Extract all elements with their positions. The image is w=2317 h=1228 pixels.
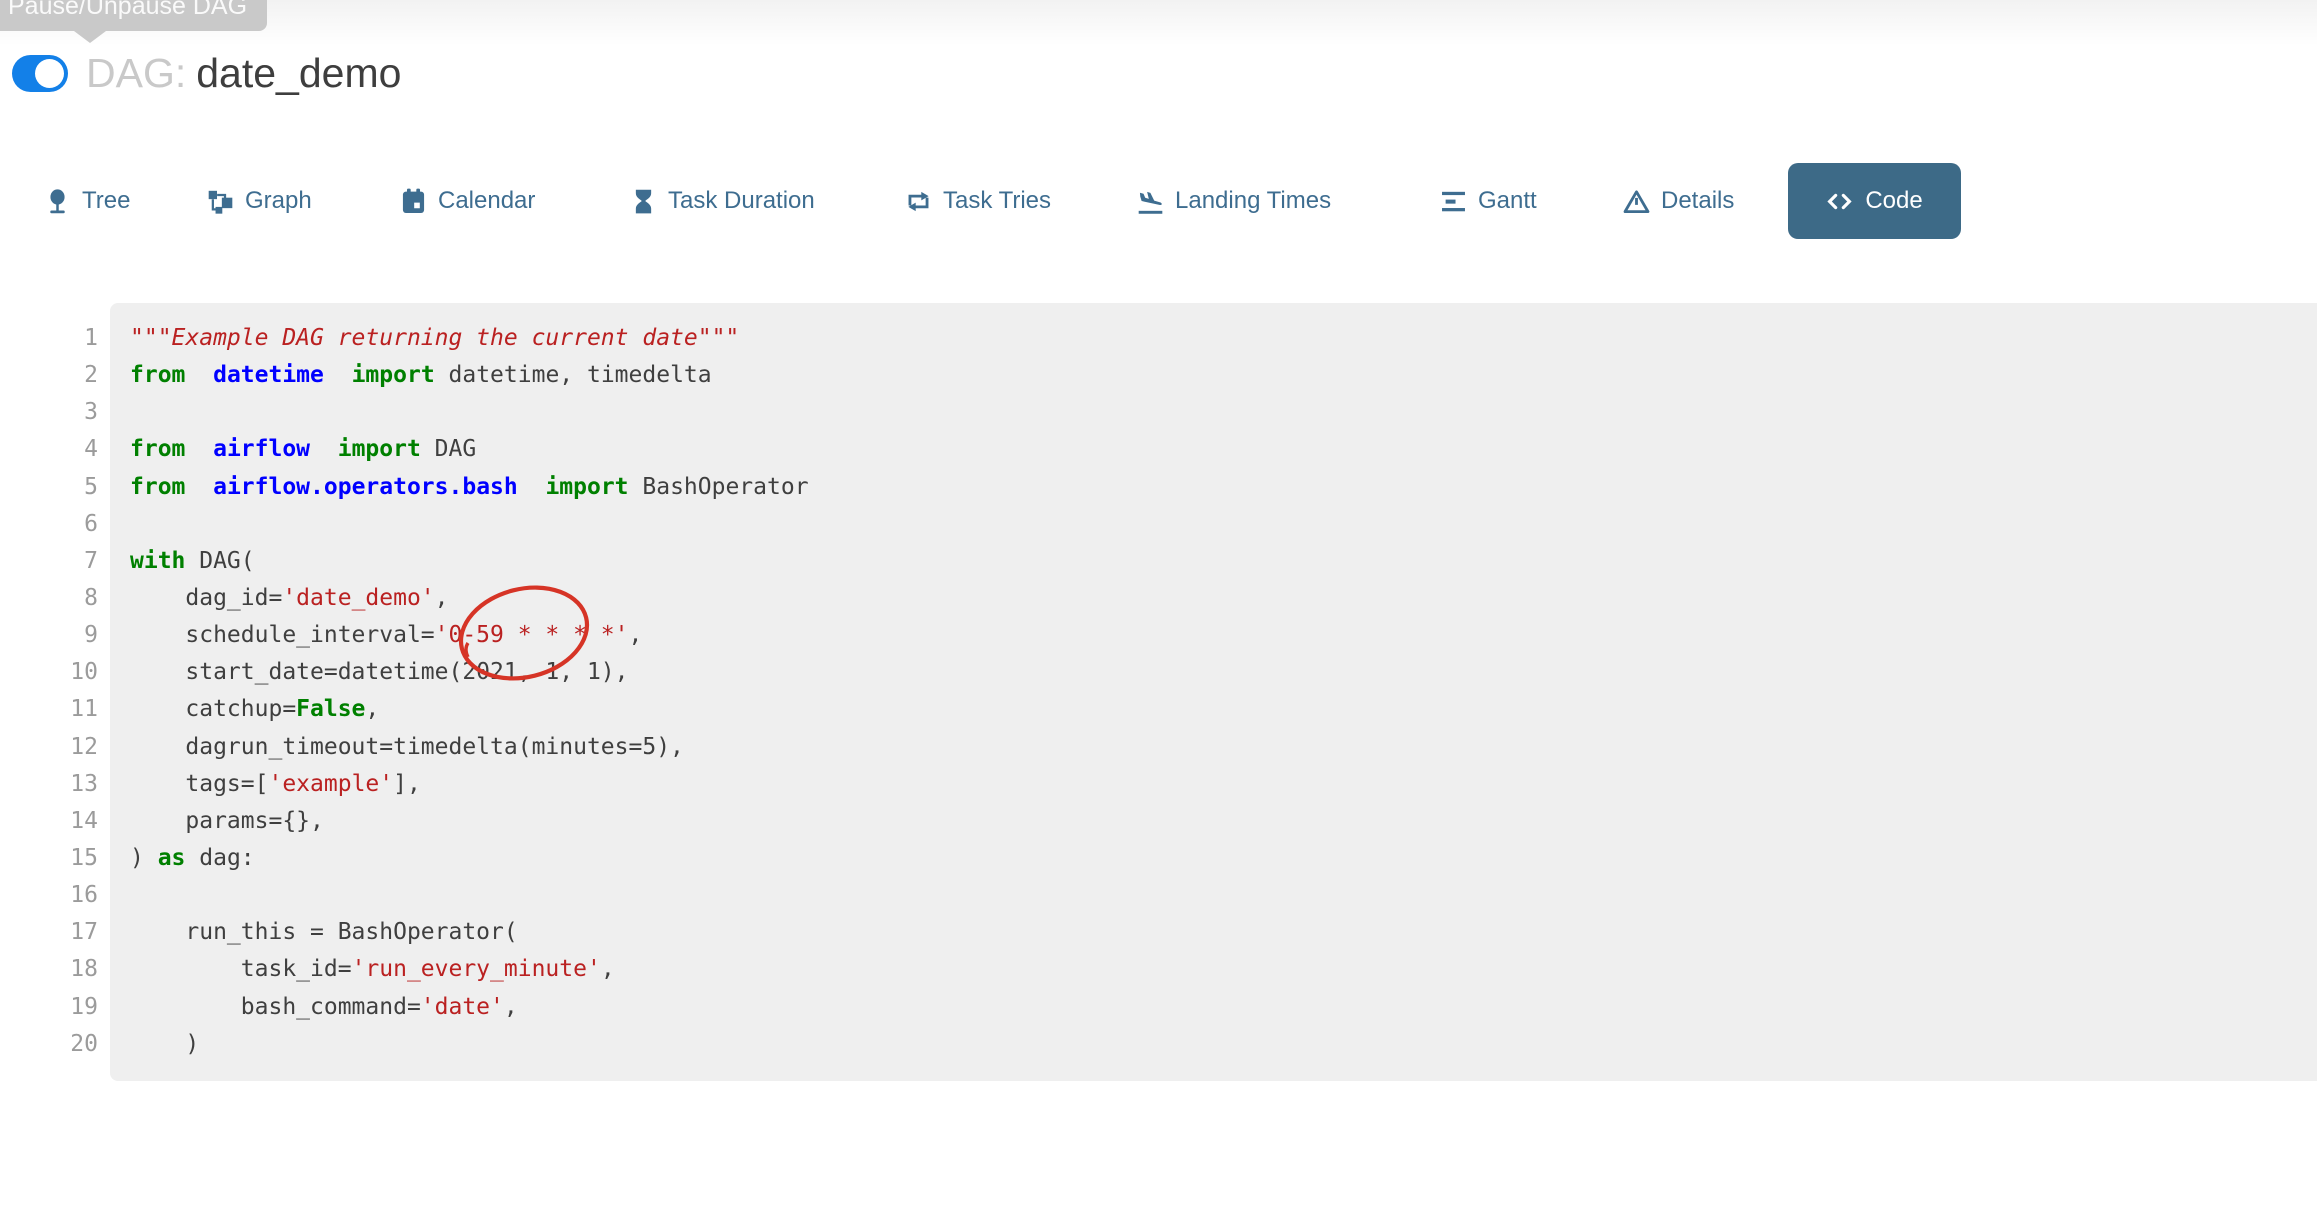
- hourglass-icon: [630, 188, 657, 215]
- line-number: 19: [0, 989, 98, 1026]
- line-number: 6: [0, 506, 98, 543]
- code-line: with DAG(: [130, 543, 2317, 580]
- tree-icon: [44, 188, 71, 215]
- code-line: ) as dag:: [130, 840, 2317, 877]
- tab-label: Tree: [82, 187, 130, 215]
- code-line: [130, 394, 2317, 431]
- tab-details[interactable]: Details: [1623, 187, 1734, 215]
- page: Pause/Unpause DAG DAG:date_demo Tree Grap…: [0, 0, 2317, 1228]
- line-number: 20: [0, 1026, 98, 1063]
- tab-label: Calendar: [438, 187, 535, 215]
- line-number: 13: [0, 766, 98, 803]
- code-line: run_this = BashOperator(: [130, 914, 2317, 951]
- dag-title-prefix: DAG:: [86, 50, 186, 96]
- line-number: 3: [0, 394, 98, 431]
- line-number: 18: [0, 951, 98, 988]
- tab-label: Gantt: [1478, 187, 1537, 215]
- tab-calendar[interactable]: Calendar: [400, 187, 535, 215]
- page-title: DAG:date_demo: [86, 50, 401, 97]
- gantt-bars-icon: [1440, 188, 1467, 215]
- tab-label: Graph: [245, 187, 312, 215]
- line-number: 1: [0, 320, 98, 357]
- code-line: start_date=datetime(2021, 1, 1),: [130, 654, 2317, 691]
- code-line: ): [130, 1026, 2317, 1063]
- dag-header: DAG:date_demo: [12, 50, 401, 96]
- tab-tree[interactable]: Tree: [44, 187, 130, 215]
- pause-toggle[interactable]: [12, 55, 68, 92]
- line-number: 11: [0, 691, 98, 728]
- code-line: schedule_interval='0-59 * * * *',: [130, 617, 2317, 654]
- tab-code[interactable]: Code: [1788, 163, 1961, 239]
- code-brackets-icon: [1826, 188, 1853, 215]
- line-number: 9: [0, 617, 98, 654]
- code-line: [130, 506, 2317, 543]
- line-number: 17: [0, 914, 98, 951]
- code-line: """Example DAG returning the current dat…: [130, 320, 2317, 357]
- tab-task-duration[interactable]: Task Duration: [630, 187, 815, 215]
- code-line: dag_id='date_demo',: [130, 580, 2317, 617]
- tab-label: Task Duration: [668, 187, 815, 215]
- line-number: 14: [0, 803, 98, 840]
- tooltip-arrow: [70, 28, 110, 43]
- code-block[interactable]: """Example DAG returning the current dat…: [110, 303, 2317, 1081]
- line-number: 8: [0, 580, 98, 617]
- code-line: from airflow import DAG: [130, 431, 2317, 468]
- tab-label: Code: [1865, 187, 1922, 215]
- code-line: bash_command='date',: [130, 989, 2317, 1026]
- tab-bar: Tree Graph Calendar Task Duration Task Tries…: [0, 163, 2317, 239]
- code-line: task_id='run_every_minute',: [130, 951, 2317, 988]
- line-number: 16: [0, 877, 98, 914]
- line-number: 4: [0, 431, 98, 468]
- line-numbers: 1234567891011121314151617181920: [0, 320, 98, 1063]
- line-number: 10: [0, 654, 98, 691]
- tab-label: Landing Times: [1175, 187, 1331, 215]
- line-number: 15: [0, 840, 98, 877]
- tab-gantt[interactable]: Gantt: [1440, 187, 1537, 215]
- calendar-icon: [400, 188, 427, 215]
- tab-landing-times[interactable]: Landing Times: [1137, 187, 1331, 215]
- line-number: 2: [0, 357, 98, 394]
- code-line: [130, 877, 2317, 914]
- repeat-icon: [905, 188, 932, 215]
- dag-name: date_demo: [196, 50, 401, 96]
- warning-triangle-icon: [1623, 188, 1650, 215]
- graph-icon: [207, 188, 234, 215]
- line-number: 7: [0, 543, 98, 580]
- tab-label: Details: [1661, 187, 1734, 215]
- plane-landing-icon: [1137, 188, 1164, 215]
- tab-task-tries[interactable]: Task Tries: [905, 187, 1051, 215]
- line-number: 5: [0, 469, 98, 506]
- code-line: dagrun_timeout=timedelta(minutes=5),: [130, 729, 2317, 766]
- code-line: from airflow.operators.bash import BashO…: [130, 469, 2317, 506]
- top-fade-band: [0, 0, 2317, 46]
- pause-toggle-knob: [35, 59, 64, 88]
- code-line: params={},: [130, 803, 2317, 840]
- code-line: tags=['example'],: [130, 766, 2317, 803]
- tooltip: Pause/Unpause DAG: [0, 0, 267, 31]
- tab-graph[interactable]: Graph: [207, 187, 312, 215]
- tab-label: Task Tries: [943, 187, 1051, 215]
- line-number: 12: [0, 729, 98, 766]
- code-line: from datetime import datetime, timedelta: [130, 357, 2317, 394]
- code-line: catchup=False,: [130, 691, 2317, 728]
